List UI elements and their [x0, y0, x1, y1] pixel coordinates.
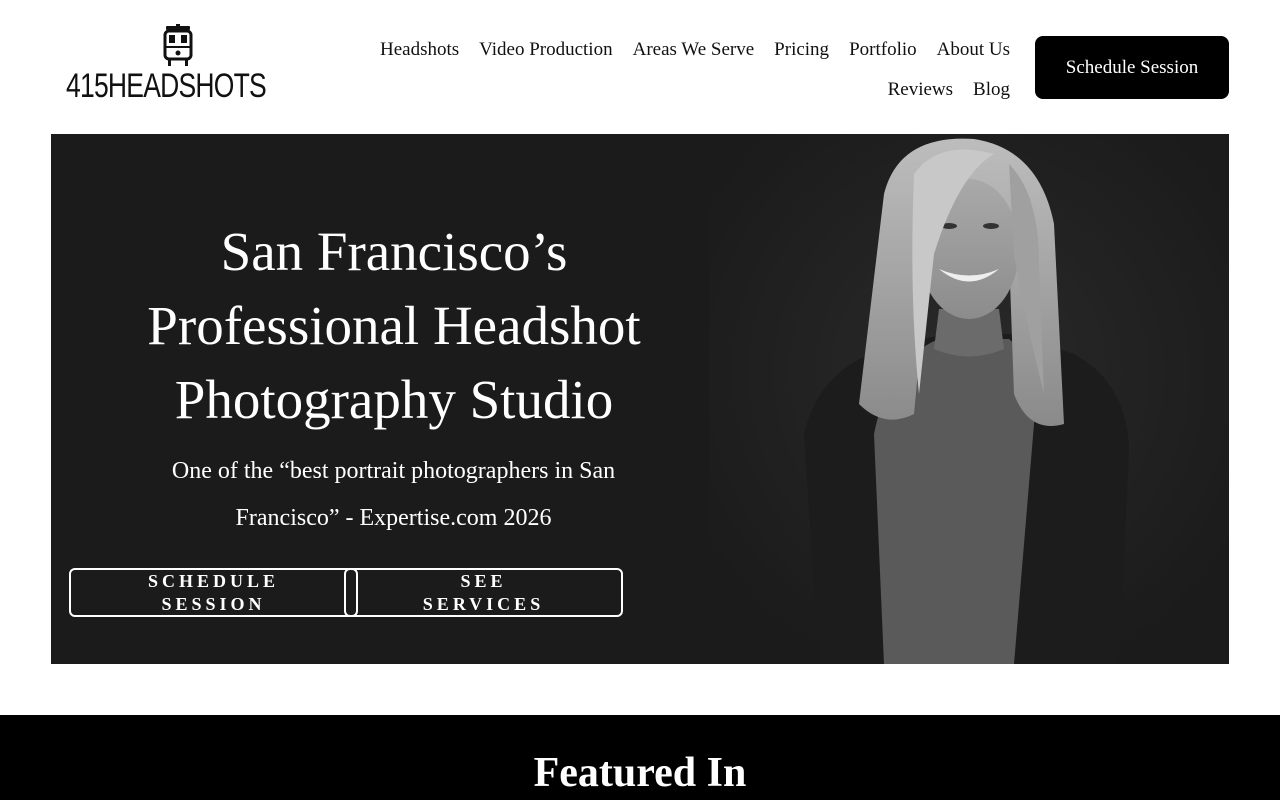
schedule-session-button[interactable]: Schedule Session [1035, 36, 1229, 99]
main-nav: Headshots Video Production Areas We Serv… [330, 30, 1010, 110]
cable-car-icon [163, 24, 193, 66]
nav-row-2: Reviews Blog [330, 70, 1010, 110]
hero-see-services-button[interactable]: SEE SERVICES [344, 568, 623, 617]
nav-item-video-production[interactable]: Video Production [479, 39, 612, 61]
nav-item-pricing[interactable]: Pricing [774, 39, 829, 61]
hero-title: San Francisco’s Professional Headshot Ph… [91, 215, 697, 437]
nav-item-portfolio[interactable]: Portfolio [849, 39, 917, 61]
nav-item-headshots[interactable]: Headshots [380, 39, 459, 61]
hero-subtitle-line-1: One of the “best portrait photographers … [171, 458, 616, 484]
nav-item-blog[interactable]: Blog [973, 79, 1010, 101]
hero-button-label: SEE SERVICES [404, 570, 564, 616]
nav-item-reviews[interactable]: Reviews [888, 79, 953, 101]
hero-title-line-1: San Francisco’s [220, 220, 568, 282]
logo-text: 415HEADSHOTS [66, 67, 267, 105]
hero-subtitle: One of the “best portrait photographers … [111, 448, 676, 542]
button-label-line: SEE [460, 570, 507, 591]
hero-button-label: SCHEDULE SESSION [134, 570, 294, 616]
site-logo[interactable]: 415HEADSHOTS [66, 24, 288, 104]
button-label-line: SCHEDULE [147, 570, 280, 591]
nav-row-1: Headshots Video Production Areas We Serv… [330, 30, 1010, 70]
hero-title-line-3: Photography Studio [174, 368, 614, 430]
button-label-line: SERVICES [422, 593, 545, 614]
hero-schedule-session-button[interactable]: SCHEDULE SESSION [69, 568, 358, 617]
featured-in-title: Featured In [533, 750, 747, 796]
site-header: 415HEADSHOTS Headshots Video Production … [0, 0, 1280, 134]
hero-section: San Francisco’s Professional Headshot Ph… [51, 134, 1229, 664]
hero-title-line-2: Professional Headshot [147, 294, 641, 356]
featured-in-section: Featured In [0, 715, 1280, 800]
hero-subtitle-line-2: Francisco” - Expertise.com 2026 [235, 505, 552, 531]
nav-item-about-us[interactable]: About Us [937, 39, 1010, 61]
button-label-line: SESSION [161, 593, 266, 614]
hero-portrait-image [709, 134, 1229, 664]
nav-item-areas-we-serve[interactable]: Areas We Serve [633, 39, 755, 61]
